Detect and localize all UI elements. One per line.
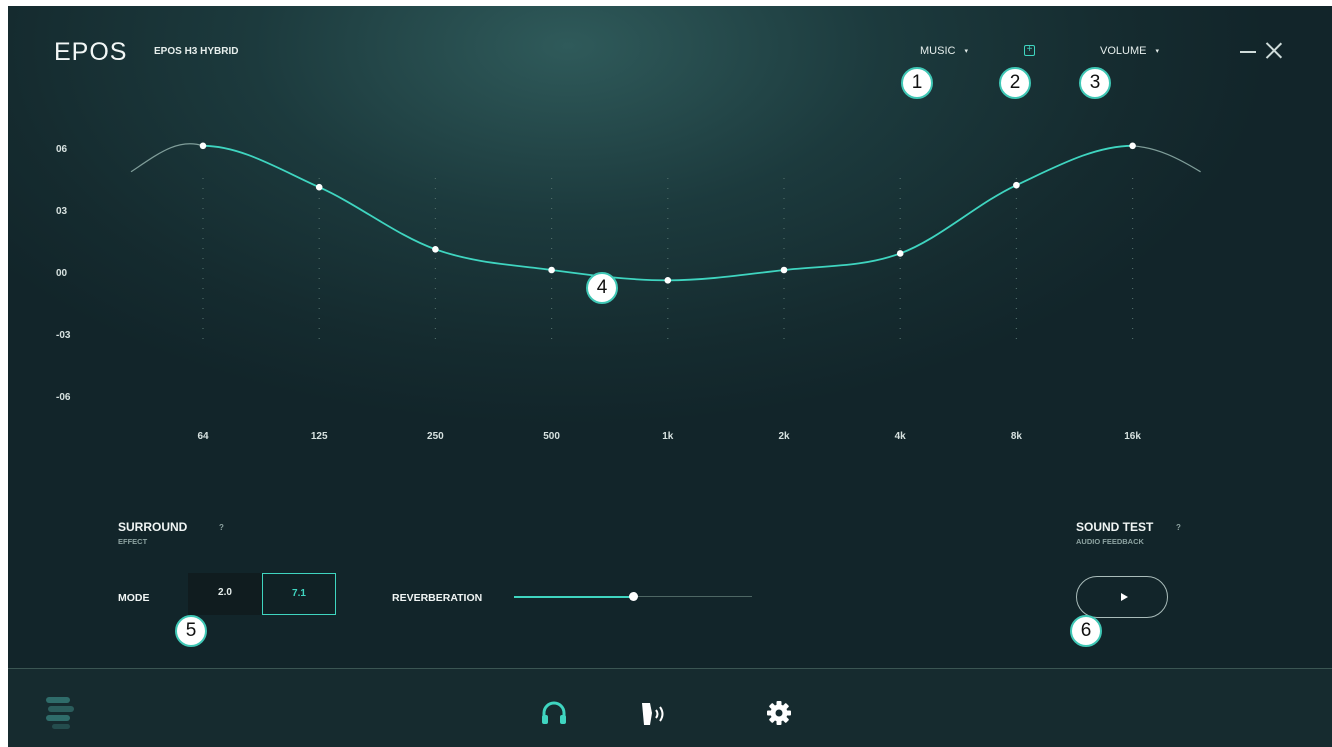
frequency-tick-label: 500 [543,431,560,442]
gain-tick-label: 06 [56,144,68,155]
sound-test-subtitle: AUDIO FEEDBACK [1076,537,1144,546]
surround-title: SURROUND [118,520,188,534]
eq-band-handle[interactable] [199,142,207,150]
sound-test-help-icon[interactable]: ? [1176,523,1181,532]
equalizer-curve-tail [130,143,1201,173]
frequency-tick-label: 250 [427,431,444,442]
mic-sidetone-icon[interactable] [640,701,674,727]
frequency-tick-label: 16k [1124,431,1141,442]
frequency-tick-label: 2k [778,431,790,442]
equalizer-graph [130,142,1201,346]
gain-tick-label: -03 [56,330,71,341]
gain-tick-label: -06 [56,392,71,403]
callout-5: 5 [175,615,207,647]
surround-subtitle: EFFECT [118,537,148,546]
gain-tick-label: 03 [56,206,68,217]
callout-4: 4 [586,272,618,304]
surround-help-icon[interactable]: ? [219,523,224,532]
eq-band-handle[interactable] [664,277,672,284]
mode-7-1-button[interactable]: 7.1 [262,573,336,615]
play-sound-test-button[interactable] [1076,576,1168,618]
menu-icon[interactable] [42,695,88,731]
frequency-tick-label: 64 [197,431,209,442]
eq-band-handle[interactable] [780,266,788,274]
eq-band-handle[interactable] [1129,142,1136,150]
reverberation-slider-fill [514,596,634,598]
eq-band-handle[interactable] [432,246,439,253]
mode-label: MODE [118,592,150,604]
reverberation-slider-thumb[interactable] [629,592,638,601]
equalizer-curve [202,144,1133,282]
frequency-tick-label: 1k [662,431,674,442]
callout-2: 2 [999,67,1031,99]
mode-2-0-button[interactable]: 2.0 [188,573,262,615]
callout-6: 6 [1070,615,1102,647]
sound-test-title: SOUND TEST [1076,520,1154,534]
eq-band-handle[interactable] [548,266,555,274]
eq-band-handle[interactable] [896,250,904,257]
epos-app-window: EPOS EPOS H3 HYBRID MUSIC ▾ + VOLUME ▾ 0… [8,6,1332,747]
eq-band-handle[interactable] [1013,181,1020,189]
equalizer-handles [199,142,1136,284]
headset-icon[interactable] [540,701,568,727]
frequency-tick-label: 8k [1010,431,1022,442]
frequency-tick-label: 125 [310,431,328,442]
footer-nav [8,669,1332,747]
settings-icon[interactable] [766,700,792,726]
frequency-tick-label: 4k [894,431,906,442]
reverberation-label: REVERBERATION [392,592,483,604]
callout-3: 3 [1079,67,1111,99]
equalizer-grid [202,178,1134,346]
play-icon [1121,593,1128,601]
gain-tick-label: 00 [56,268,68,279]
eq-band-handle[interactable] [315,183,323,191]
callout-1: 1 [901,67,933,99]
